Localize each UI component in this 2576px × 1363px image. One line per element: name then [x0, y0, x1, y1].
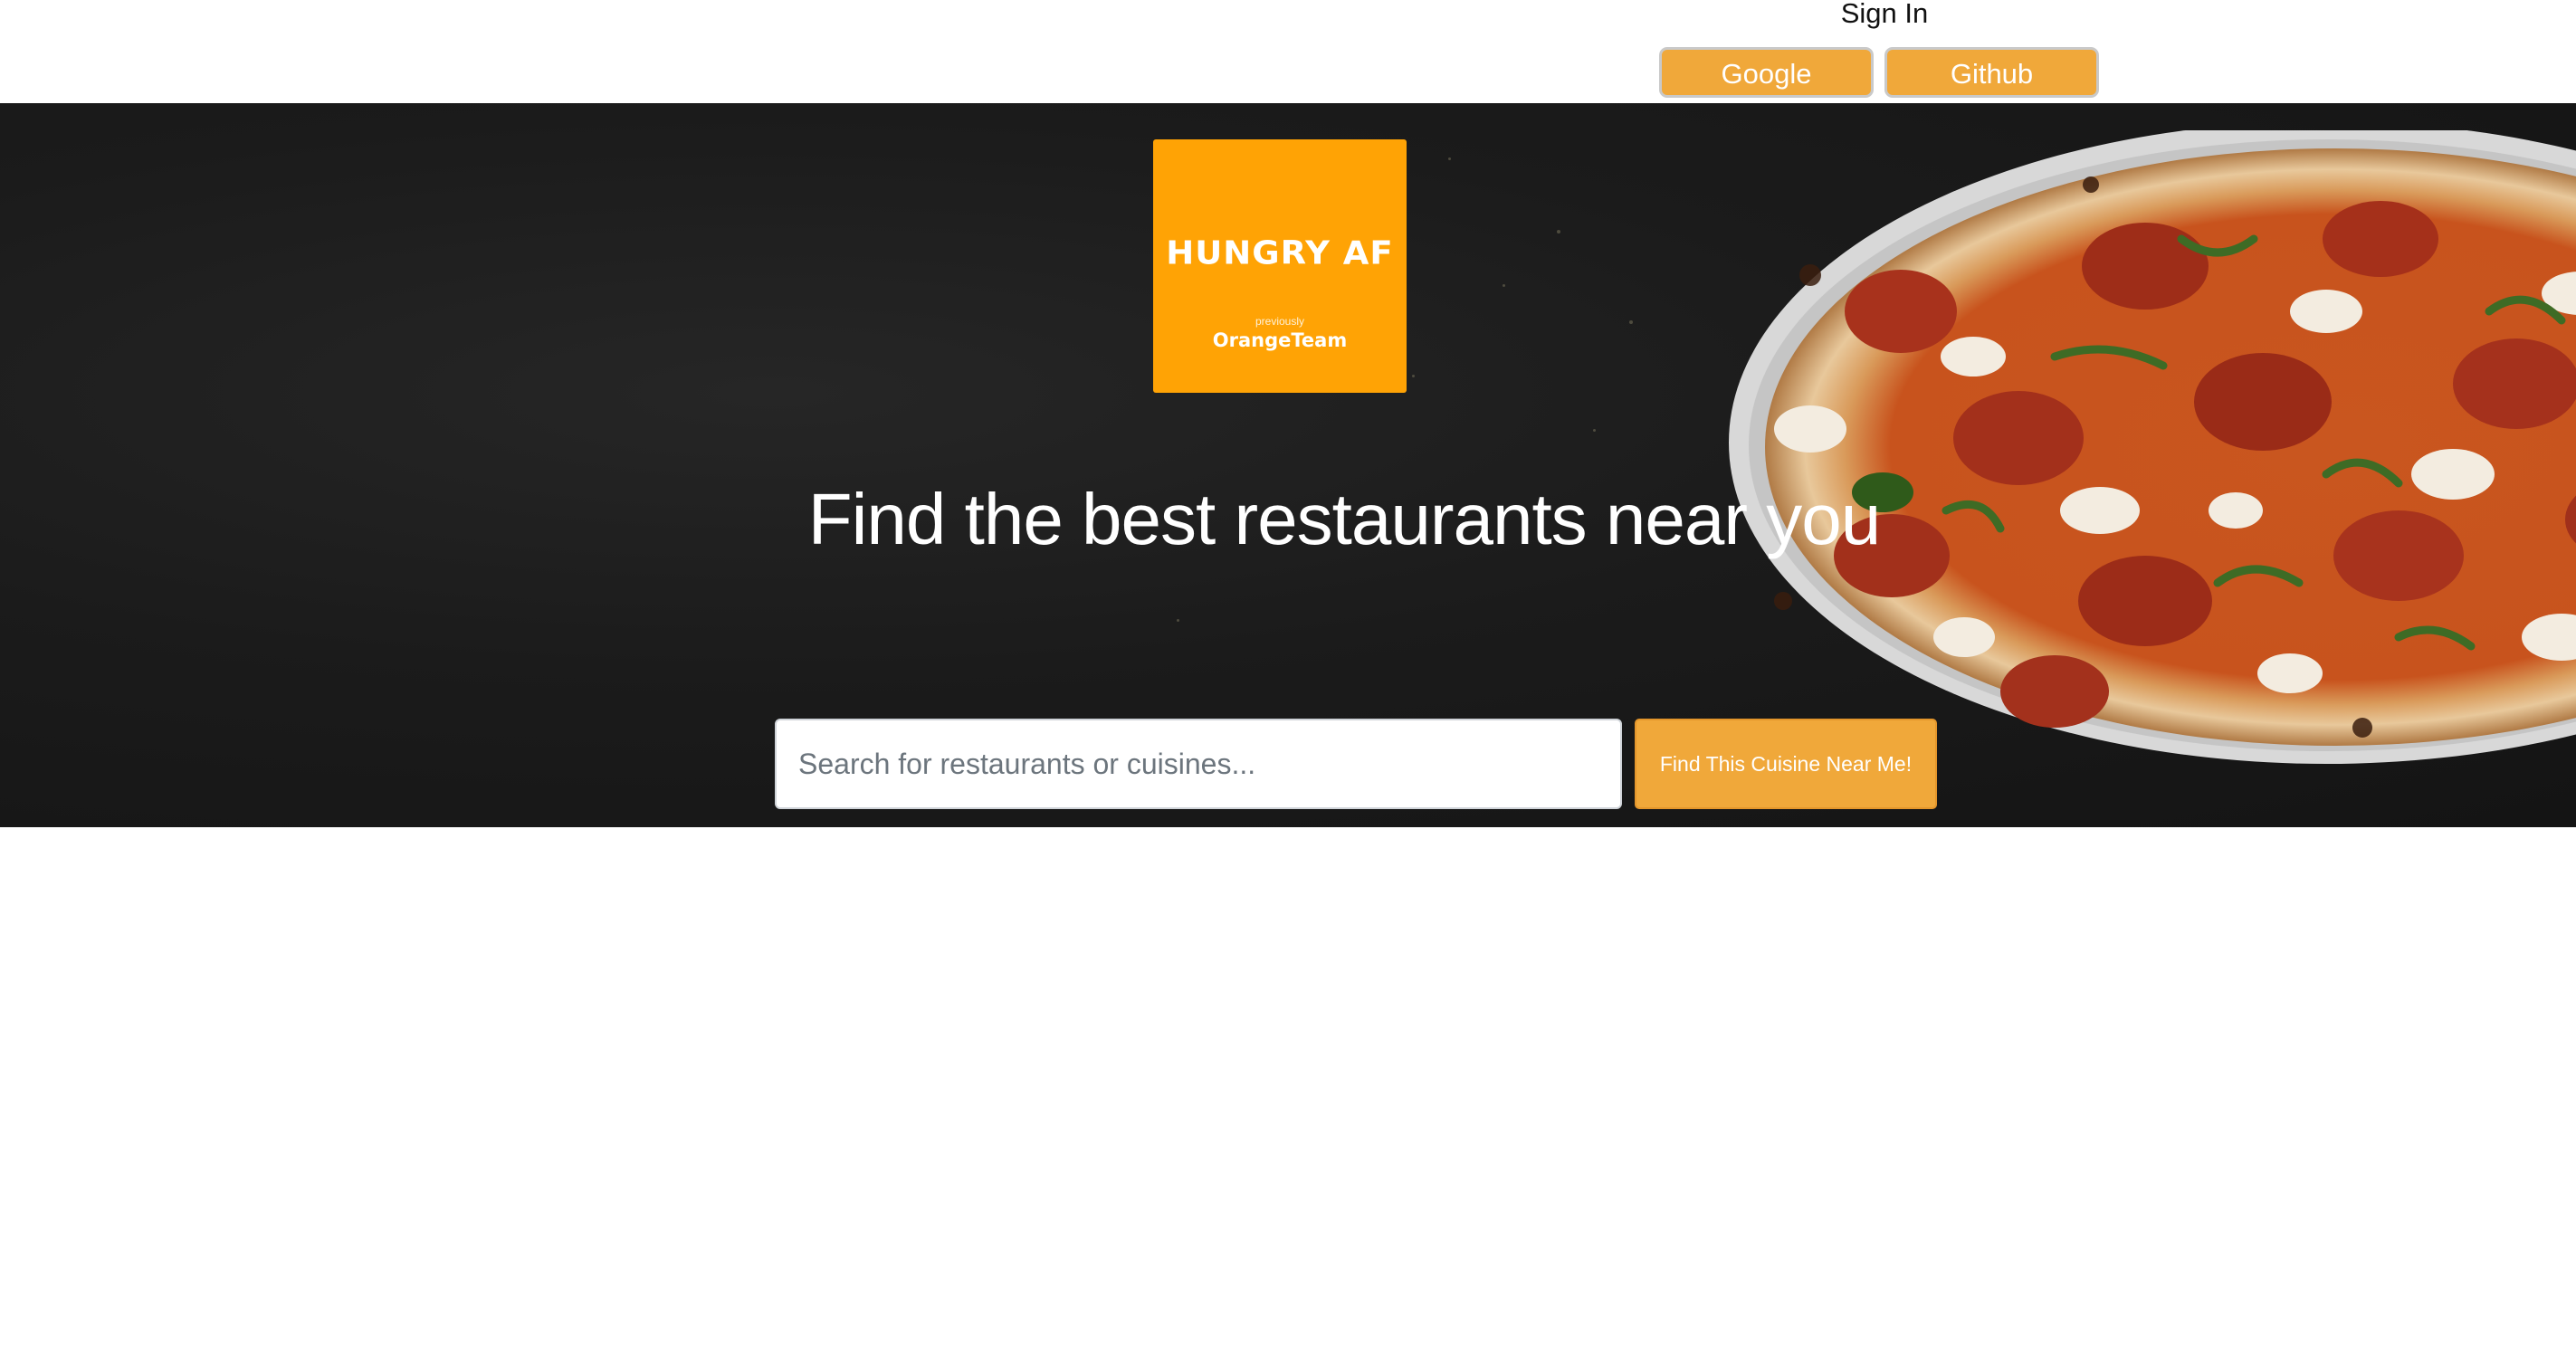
logo-team-name: OrangeTeam [1212, 329, 1348, 351]
flour-speck [1503, 284, 1505, 287]
search-input[interactable] [775, 719, 1622, 809]
flour-speck [1557, 230, 1560, 234]
flour-speck [1177, 619, 1179, 622]
sign-in-label: Sign In [1840, 0, 1929, 29]
flour-speck [1448, 157, 1451, 160]
logo-title: HUNGRY AF [1166, 234, 1394, 272]
pizza-image [1729, 130, 2576, 764]
github-signin-button[interactable]: Github [1884, 47, 2099, 98]
flour-speck [1593, 429, 1596, 432]
top-bar: Sign In Google Github [0, 0, 2576, 103]
brand-logo: HUNGRY AF previously OrangeTeam [1153, 139, 1407, 393]
flour-speck [1412, 375, 1415, 377]
google-signin-button[interactable]: Google [1659, 47, 1874, 98]
logo-subtitle: previously [1255, 315, 1305, 328]
hero-headline: Find the best restaurants near you [807, 479, 1881, 559]
find-cuisine-button[interactable]: Find This Cuisine Near Me! [1635, 719, 1937, 809]
flour-speck [1629, 320, 1633, 324]
hero-banner: HUNGRY AF previously OrangeTeam Find the… [0, 103, 2576, 827]
